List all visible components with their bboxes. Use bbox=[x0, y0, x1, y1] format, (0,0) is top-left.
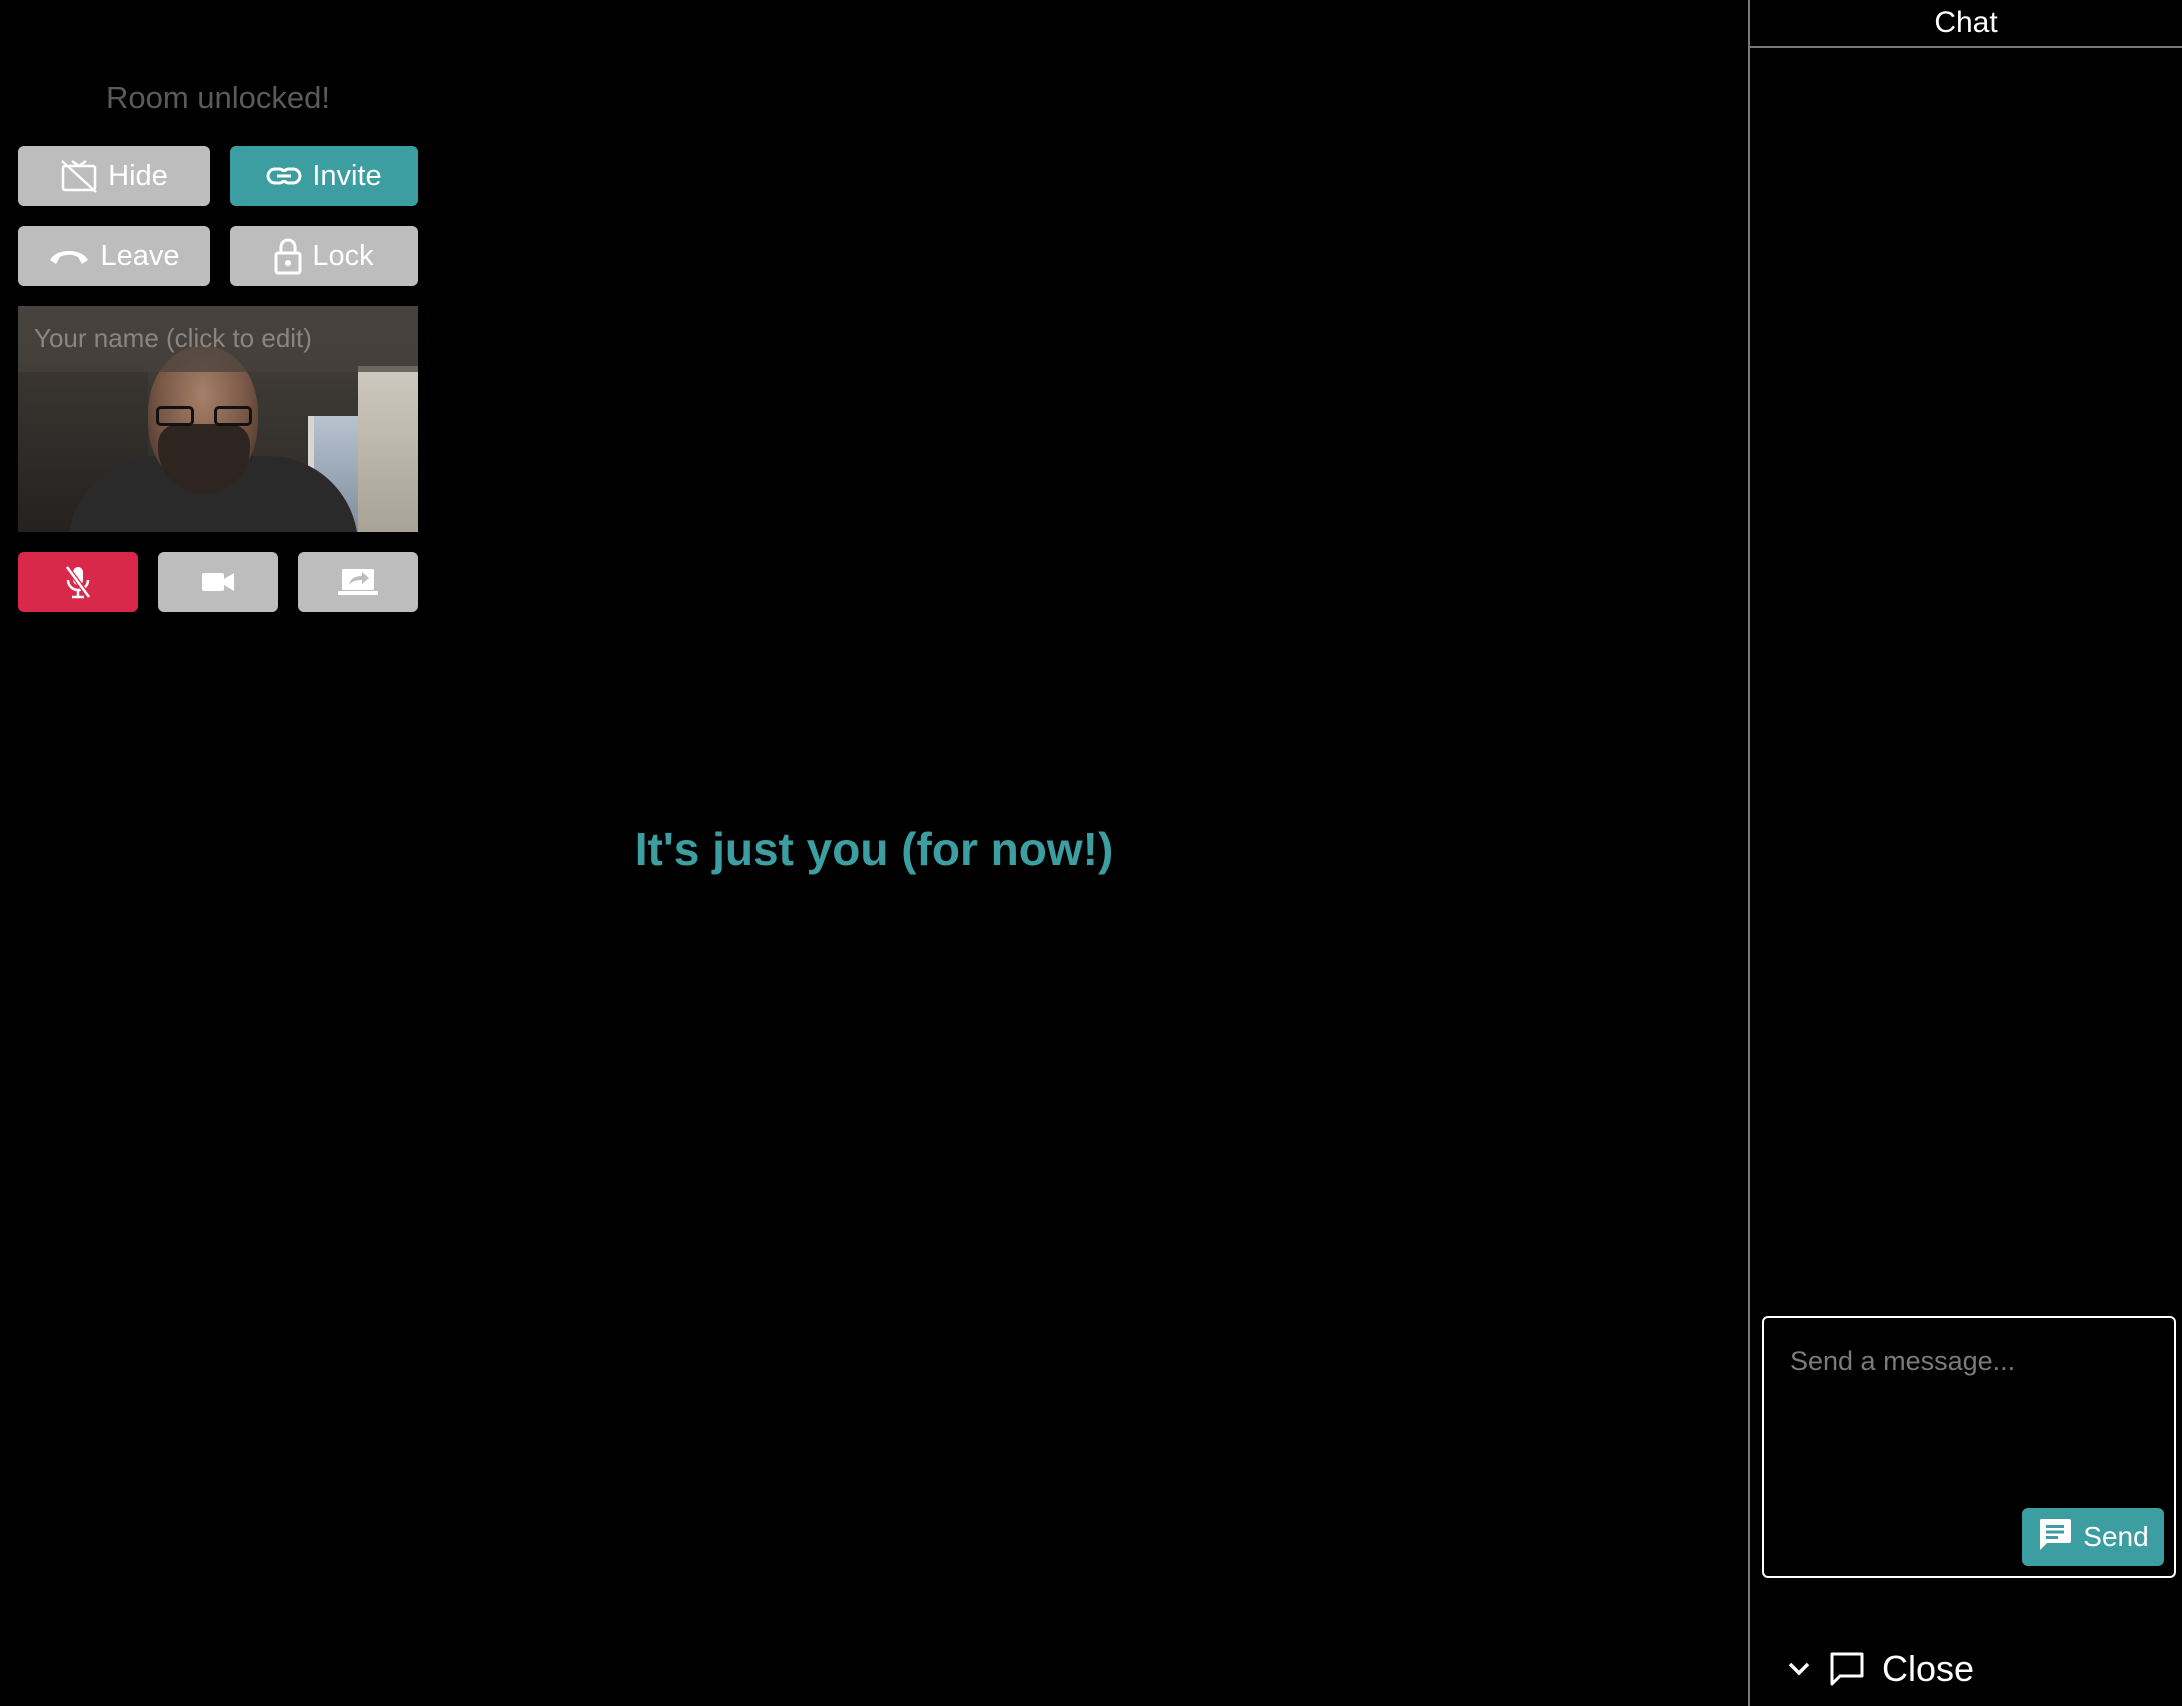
self-video-tile bbox=[18, 306, 418, 532]
hide-self-view-icon bbox=[60, 159, 98, 193]
hide-button[interactable]: Hide bbox=[18, 146, 210, 206]
leave-button[interactable]: Leave bbox=[18, 226, 210, 286]
chat-panel: Chat Send a message... Send Close bbox=[1748, 0, 2182, 1706]
invite-button[interactable]: Invite bbox=[230, 146, 418, 206]
send-button-label: Send bbox=[2083, 1521, 2149, 1552]
chat-message-list[interactable] bbox=[1750, 48, 2182, 1310]
lock-button-label: Lock bbox=[312, 239, 374, 272]
mute-microphone-button[interactable] bbox=[18, 552, 138, 612]
chevron-down-icon bbox=[1786, 1660, 1812, 1678]
chat-bubble-icon bbox=[1828, 1650, 1866, 1688]
close-chat-button[interactable]: Close bbox=[1786, 1648, 1974, 1690]
send-message-button[interactable]: Send bbox=[2022, 1508, 2164, 1566]
display-name-input[interactable] bbox=[34, 318, 404, 358]
lock-button[interactable]: Lock bbox=[230, 226, 418, 286]
room-status-text: Room unlocked! bbox=[105, 80, 330, 115]
camera-toggle-button[interactable] bbox=[158, 552, 278, 612]
chat-compose-box: Send bbox=[1762, 1316, 2176, 1578]
link-icon bbox=[266, 164, 302, 188]
microphone-muted-icon bbox=[63, 564, 93, 600]
leave-button-label: Leave bbox=[100, 239, 180, 272]
alone-in-room-message: It's just you (for now!) bbox=[634, 823, 1114, 875]
video-call-app: Room unlocked! Hide Invite Leave Lock Yo… bbox=[0, 0, 2182, 1706]
screen-share-button[interactable] bbox=[298, 552, 418, 612]
chat-message-icon bbox=[2037, 1517, 2073, 1558]
share-screen-icon bbox=[338, 567, 378, 597]
unlocked-padlock-icon bbox=[274, 237, 302, 275]
hide-button-label: Hide bbox=[108, 159, 168, 192]
invite-button-label: Invite bbox=[312, 159, 382, 192]
close-chat-label: Close bbox=[1882, 1648, 1975, 1689]
video-camera-icon bbox=[200, 570, 236, 594]
hang-up-phone-icon bbox=[48, 245, 90, 267]
chat-title: Chat bbox=[1750, 0, 2182, 48]
